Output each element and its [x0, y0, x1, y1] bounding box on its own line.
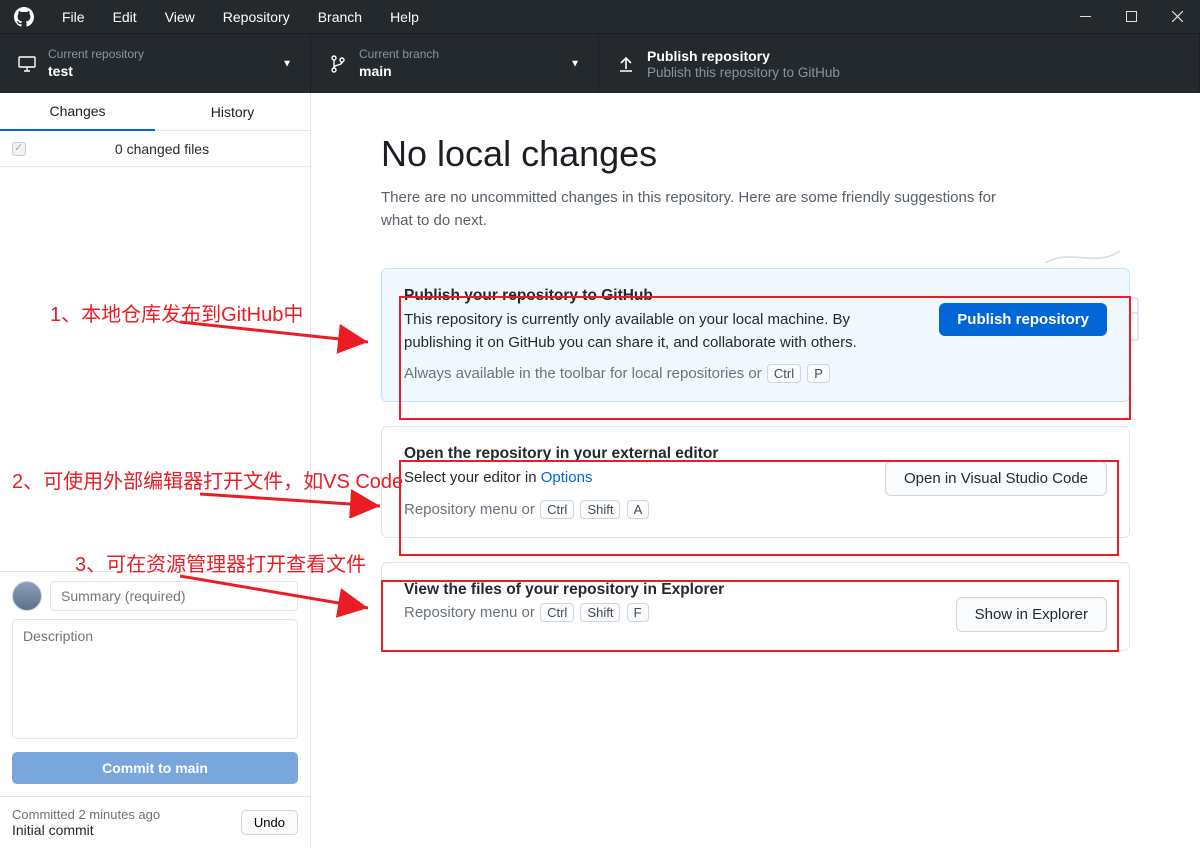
card-editor-desc: Select your editor in Options [404, 467, 865, 490]
key-ctrl: Ctrl [540, 603, 574, 622]
key-a: A [627, 500, 650, 519]
menu-file[interactable]: File [48, 1, 99, 33]
repo-selector[interactable]: Current repository test ▼ [0, 34, 311, 93]
publish-subtitle: Publish this repository to GitHub [647, 65, 840, 80]
card-explorer-tip: Repository menu or Ctrl Shift F [404, 603, 936, 622]
titlebar: File Edit View Repository Branch Help [0, 0, 1200, 33]
options-link[interactable]: Options [541, 469, 593, 486]
card-explorer-title: View the files of your repository in Exp… [404, 581, 936, 599]
sidebar: Changes History 0 changed files Commit t… [0, 93, 311, 848]
main-content: No local changes There are no uncommitte… [311, 93, 1200, 848]
branch-value: main [359, 62, 439, 80]
repo-value: test [48, 62, 144, 80]
desktop-icon [16, 56, 38, 72]
key-shift: Shift [580, 603, 620, 622]
key-ctrl: Ctrl [540, 500, 574, 519]
menu-edit[interactable]: Edit [99, 1, 151, 33]
commit-summary-input[interactable] [50, 581, 298, 611]
card-show-explorer: View the files of your repository in Exp… [381, 562, 1130, 651]
show-in-explorer-button[interactable]: Show in Explorer [956, 597, 1107, 632]
window-close-icon[interactable] [1154, 0, 1200, 33]
changed-files-count: 0 changed files [26, 141, 298, 157]
card-publish-desc: This repository is currently only availa… [404, 309, 919, 354]
tab-changes[interactable]: Changes [0, 93, 155, 131]
card-editor-tip: Repository menu or Ctrl Shift A [404, 500, 865, 519]
upload-icon [615, 55, 637, 73]
menu-help[interactable]: Help [376, 1, 433, 33]
commit-button[interactable]: Commit to main [12, 752, 298, 784]
menu-branch[interactable]: Branch [304, 1, 376, 33]
branch-selector[interactable]: Current branch main ▼ [311, 34, 599, 93]
chevron-down-icon: ▼ [282, 58, 292, 69]
publish-action[interactable]: Publish repository Publish this reposito… [599, 34, 1200, 93]
git-branch-icon [327, 55, 349, 73]
card-publish-tip: Always available in the toolbar for loca… [404, 364, 919, 383]
avatar [12, 581, 42, 611]
card-publish-title: Publish your repository to GitHub [404, 287, 919, 305]
open-in-vscode-button[interactable]: Open in Visual Studio Code [885, 461, 1107, 496]
files-header: 0 changed files [0, 131, 310, 167]
key-shift: Shift [580, 500, 620, 519]
key-f: F [627, 603, 649, 622]
card-open-editor: Open the repository in your external edi… [381, 426, 1130, 538]
last-commit-message: Initial commit [12, 822, 160, 838]
window-maximize-icon[interactable] [1108, 0, 1154, 33]
github-logo-icon [14, 7, 34, 27]
card-publish: Publish your repository to GitHub This r… [381, 268, 1130, 402]
chevron-down-icon: ▼ [570, 58, 580, 69]
publish-title: Publish repository [647, 47, 840, 65]
card-editor-title: Open the repository in your external edi… [404, 445, 865, 463]
commit-description-input[interactable] [12, 619, 298, 739]
page-subtitle: There are no uncommitted changes in this… [381, 187, 1001, 232]
branch-label: Current branch [359, 47, 439, 63]
key-p: P [807, 364, 830, 383]
publish-repository-button[interactable]: Publish repository [939, 303, 1107, 336]
menu-view[interactable]: View [151, 1, 209, 33]
page-title: No local changes [381, 133, 1130, 175]
main-menu: File Edit View Repository Branch Help [48, 1, 433, 33]
key-ctrl: Ctrl [767, 364, 801, 383]
select-all-checkbox[interactable] [12, 142, 26, 156]
last-commit: Committed 2 minutes ago Initial commit U… [0, 796, 310, 848]
toolbar: Current repository test ▼ Current branch… [0, 33, 1200, 93]
undo-button[interactable]: Undo [241, 810, 298, 835]
menu-repository[interactable]: Repository [209, 1, 304, 33]
repo-label: Current repository [48, 47, 144, 63]
commit-form: Commit to main [0, 571, 310, 796]
tab-history[interactable]: History [155, 93, 310, 131]
window-minimize-icon[interactable] [1062, 0, 1108, 33]
last-commit-time: Committed 2 minutes ago [12, 807, 160, 822]
